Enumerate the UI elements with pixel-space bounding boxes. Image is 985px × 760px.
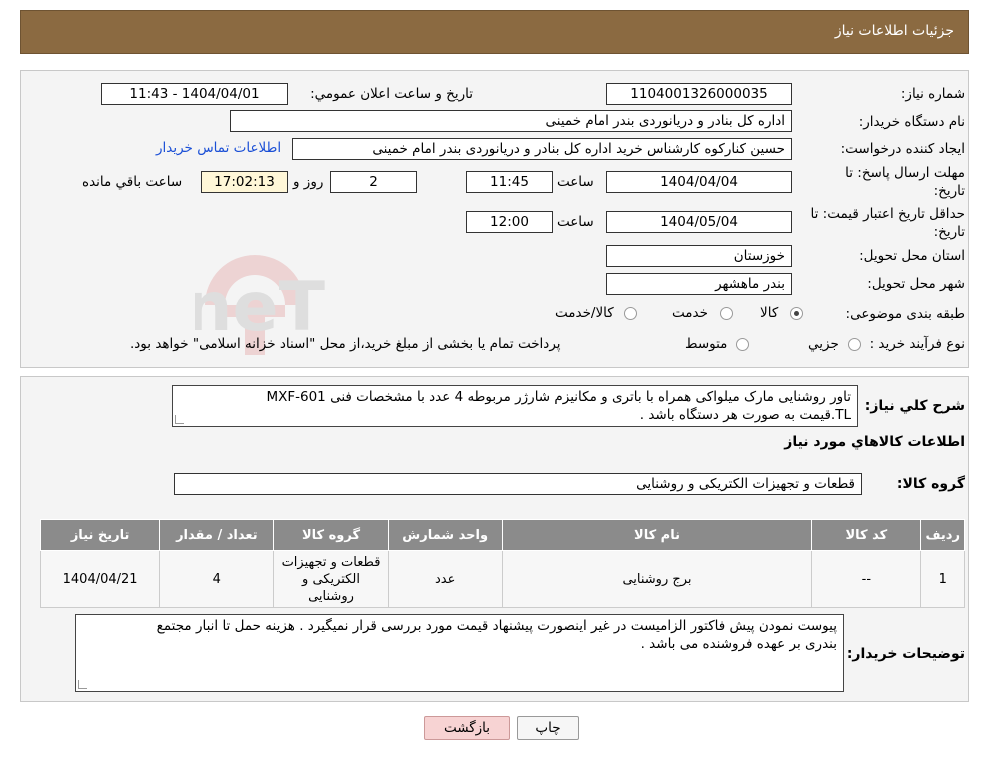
back-button[interactable]: بازگشت <box>424 716 510 740</box>
print-button[interactable]: چاپ <box>517 716 579 740</box>
resize-grip-icon[interactable] <box>175 415 184 424</box>
cell-group-line-3: روشنایی <box>308 588 354 604</box>
cell-unit: عدد <box>387 550 503 608</box>
validity-time-label: ساعت <box>557 214 594 230</box>
table-row: 1 -- برج روشنایی عدد قطعات و تجهیزات الک… <box>39 550 965 608</box>
province-field: خوزستان <box>606 245 792 267</box>
requester-label: ایجاد کننده درخواست: <box>840 141 965 157</box>
cell-row: 1 <box>920 550 965 608</box>
announce-label: تاریخ و ساعت اعلان عمومي: <box>310 86 473 102</box>
city-label: شهر محل تحویل: <box>867 276 965 292</box>
announce-datetime-field: 1404/04/01 - 11:43 <box>101 83 288 105</box>
resize-grip-icon[interactable] <box>78 680 87 689</box>
cell-group-line-1: قطعات و تجهیزات <box>281 554 381 570</box>
goods-group-field: قطعات و تجهیزات الکتریکی و روشنایی <box>174 473 862 495</box>
goods-group-label: گروه کالا: <box>896 476 965 492</box>
need-number-label: شماره نیاز: <box>900 86 965 102</box>
notes-line-2: بندری بر عهده فروشنده می باشد . <box>640 636 837 652</box>
deadline-label: مهلت ارسال پاسخ: تا <box>845 165 965 181</box>
province-label: استان محل تحویل: <box>859 248 965 264</box>
summary-textarea: تاور روشنایی مارک میلواکی همراه با باتری… <box>172 385 858 427</box>
category-radio-goods[interactable] <box>790 307 803 320</box>
deadline-label-date: تاریخ: <box>933 183 965 199</box>
summary-label: شرح کلي نیاز: <box>864 398 965 414</box>
validity-label-date: تاریخ: <box>933 224 965 240</box>
col-unit: واحد شمارش <box>387 519 503 551</box>
validity-date-field: 1404/05/04 <box>606 211 792 233</box>
cell-date: 1404/04/21 <box>39 550 161 608</box>
category-label: طبقه بندی موضوعی: <box>845 306 965 322</box>
process-option-minor: جزیي <box>808 336 839 352</box>
process-note: پرداخت تمام یا بخشی از مبلغ خرید،از محل … <box>130 336 561 352</box>
category-option-service: خدمت <box>672 305 708 321</box>
city-field: بندر ماهشهر <box>606 273 792 295</box>
requester-field: حسین کنارکوه کارشناس خرید اداره کل بنادر… <box>292 138 792 160</box>
process-option-medium: متوسط <box>685 336 728 352</box>
page-header: جزئیات اطلاعات نیاز <box>20 10 969 54</box>
category-radio-service[interactable] <box>720 307 733 320</box>
days-remaining-field: 2 <box>330 171 417 193</box>
deadline-time-field: 11:45 <box>466 171 553 193</box>
col-date: تاریخ نیاز <box>39 519 161 551</box>
cell-code: -- <box>811 550 922 608</box>
goods-table-header: ردیف کد کالا نام کالا واحد شمارش گروه کا… <box>39 519 965 551</box>
summary-line-2: TL.قیمت به صورت هر دستگاه باشد . <box>639 407 851 423</box>
buyer-contact-link[interactable]: اطلاعات تماس خریدار <box>156 140 281 156</box>
goods-table: ردیف کد کالا نام کالا واحد شمارش گروه کا… <box>39 519 965 608</box>
deadline-time-label: ساعت <box>557 174 594 190</box>
process-radio-medium[interactable] <box>736 338 749 351</box>
goods-info-title: اطلاعات کالاهاي مورد نیاز <box>784 434 965 450</box>
cell-qty: 4 <box>159 550 275 608</box>
buyer-org-label: نام دستگاه خریدار: <box>858 114 965 130</box>
category-radio-goods-service[interactable] <box>624 307 637 320</box>
remaining-label: ساعت باقي مانده <box>82 174 183 190</box>
process-label: نوع فرآیند خرید : <box>869 336 965 352</box>
col-qty: تعداد / مقدار <box>159 519 275 551</box>
notes-label: توضیحات خریدار: <box>846 646 965 662</box>
cell-group-line-2: الکتریکی و <box>302 571 360 587</box>
page-title: جزئیات اطلاعات نیاز <box>834 23 954 39</box>
col-row: ردیف <box>920 519 965 551</box>
remaining-time-field: 17:02:13 <box>201 171 288 193</box>
validity-label: حداقل تاریخ اعتبار قیمت: تا <box>810 206 965 222</box>
category-option-goods-service: کالا/خدمت <box>555 305 614 321</box>
deadline-date-field: 1404/04/04 <box>606 171 792 193</box>
col-code: کد کالا <box>811 519 922 551</box>
need-number-field: 1104001326000035 <box>606 83 792 105</box>
cell-group: قطعات و تجهیزات الکتریکی و روشنایی <box>273 550 389 608</box>
days-label: روز و <box>293 174 324 190</box>
notes-textarea: پیوست نمودن پیش فاکتور الزامیست در غیر ا… <box>75 614 844 692</box>
notes-line-1: پیوست نمودن پیش فاکتور الزامیست در غیر ا… <box>156 618 837 634</box>
validity-time-field: 12:00 <box>466 211 553 233</box>
category-option-goods: کالا <box>760 305 779 321</box>
process-radio-minor[interactable] <box>848 338 861 351</box>
cell-name: برج روشنایی <box>501 550 813 608</box>
summary-line-1: تاور روشنایی مارک میلواکی همراه با باتری… <box>266 389 851 405</box>
col-group: گروه کالا <box>273 519 389 551</box>
col-name: نام کالا <box>501 519 813 551</box>
buyer-org-field: اداره کل بنادر و دریانوردی بندر امام خمی… <box>230 110 792 132</box>
